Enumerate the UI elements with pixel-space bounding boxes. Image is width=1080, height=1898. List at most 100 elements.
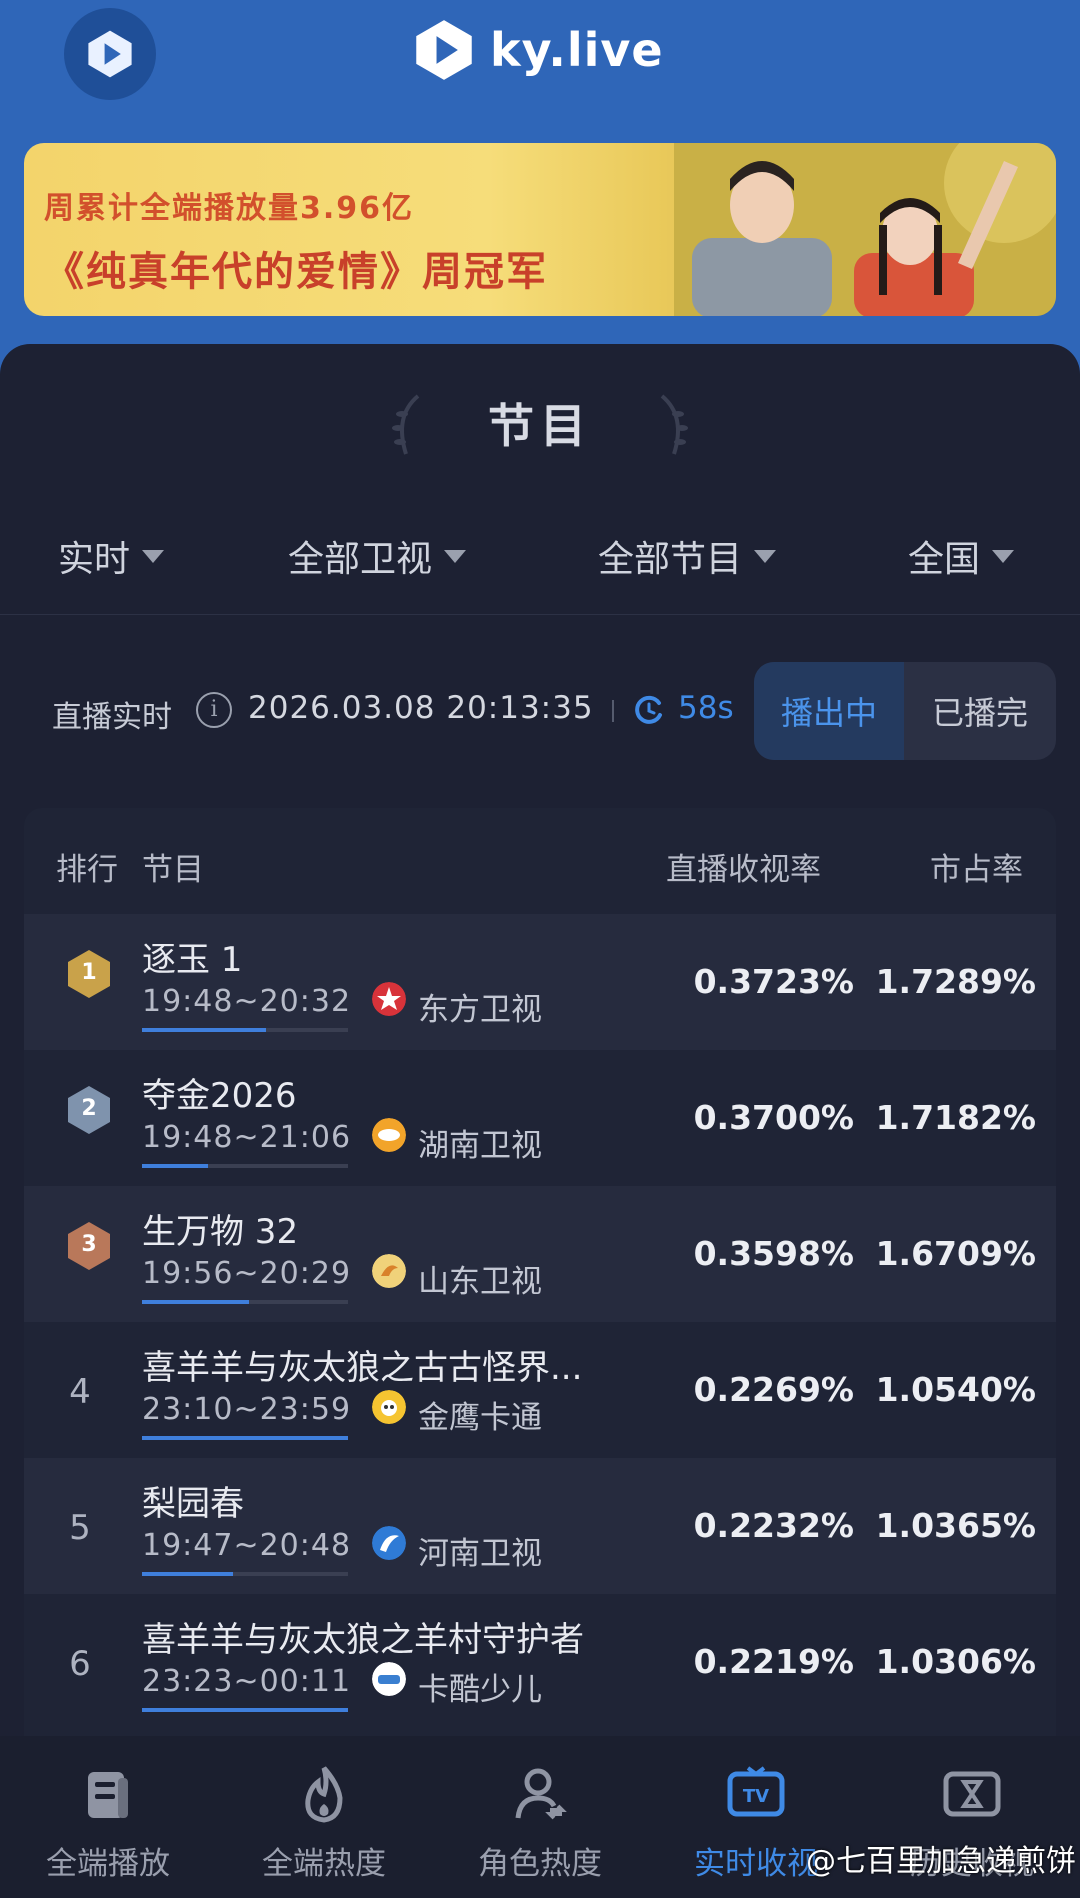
- laurel-right-icon: [660, 394, 688, 455]
- rank-bronze-badge: 3: [66, 1220, 112, 1272]
- filter-program-label: 全部节目: [598, 539, 743, 580]
- caret-down-icon: [754, 549, 777, 563]
- filter-program[interactable]: 全部节目: [598, 530, 777, 582]
- program-name: 生万物 32: [142, 1212, 299, 1252]
- channel-name: 东方卫视: [418, 992, 542, 1028]
- section-title: 节目: [488, 399, 592, 453]
- brand-name: ky.live: [490, 23, 664, 77]
- share-value: 1.7182%: [875, 1098, 1036, 1137]
- divider: [0, 614, 1080, 615]
- channel-logo-icon: [372, 1662, 406, 1696]
- app-header: ky.live: [0, 0, 1080, 120]
- table-row[interactable]: 1 逐玉 1 19:48~20:32 东方卫视 0.3723% 1.7289%: [24, 914, 1056, 1050]
- filter-time[interactable]: 实时: [58, 530, 165, 582]
- progress-bar: [142, 1708, 348, 1712]
- progress-bar: [142, 1164, 348, 1168]
- table-row[interactable]: 6 喜羊羊与灰太狼之羊村守护者 23:23~00:11 卡酷少儿 0.2219%…: [24, 1594, 1056, 1730]
- share-value: 1.0540%: [875, 1370, 1036, 1409]
- channel-logo-icon: [372, 1390, 406, 1424]
- nav-role-heat[interactable]: 角色热度: [432, 1736, 648, 1898]
- share-value: 1.7289%: [875, 962, 1036, 1001]
- rating-value: 0.2219%: [693, 1642, 854, 1681]
- rating-value: 0.3723%: [693, 962, 854, 1001]
- refresh-icon[interactable]: [632, 693, 666, 727]
- nav-all-heat[interactable]: 全端热度: [216, 1736, 432, 1898]
- program-name: 喜羊羊与灰太狼之羊村守护者: [142, 1620, 584, 1660]
- progress-bar: [142, 1028, 348, 1032]
- channel-name: 山东卫视: [418, 1264, 542, 1300]
- table-row[interactable]: 4 喜羊羊与灰太狼之古古怪界... 23:10~23:59 金鹰卡通 0.226…: [24, 1322, 1056, 1458]
- program-time: 19:48~21:06: [142, 1120, 352, 1155]
- share-value: 1.0365%: [875, 1506, 1036, 1545]
- filter-region[interactable]: 全国: [908, 530, 1015, 582]
- history-icon: [943, 1771, 1001, 1817]
- rank-number: 6: [69, 1644, 91, 1684]
- table-row[interactable]: 5 梨园春 19:47~20:48 河南卫视 0.2232% 1.0365%: [24, 1458, 1056, 1594]
- ratings-table: 排行 节目 直播收视率 市占率 1 逐玉 1 19:48~20:32 东方卫视 …: [24, 808, 1056, 1738]
- rank-gold-badge: 1: [66, 948, 112, 1000]
- filter-channel[interactable]: 全部卫视: [288, 530, 467, 582]
- banner-title: 《纯真年代的爱情》周冠军: [44, 249, 548, 295]
- program-name: 夺金2026: [142, 1076, 297, 1116]
- channel-name: 湖南卫视: [418, 1128, 542, 1164]
- channel-logo-icon: [372, 982, 406, 1016]
- separator: [612, 700, 614, 722]
- rank-number: 5: [69, 1508, 91, 1548]
- table-row[interactable]: 3 生万物 32 19:56~20:29 山东卫视 0.3598% 1.6709…: [24, 1186, 1056, 1322]
- channel-logo-icon: [372, 1254, 406, 1288]
- banner-photo: [674, 143, 1056, 316]
- rating-value: 0.2232%: [693, 1506, 854, 1545]
- live-label: 直播实时: [52, 700, 172, 735]
- rank-number: 4: [69, 1372, 91, 1412]
- credit-watermark: @七百里加急递煎饼: [806, 1844, 1076, 1879]
- header-rank: 排行: [56, 852, 118, 888]
- program-time: 23:23~00:11: [142, 1664, 352, 1699]
- filter-time-label: 实时: [58, 539, 131, 580]
- filter-channel-label: 全部卫视: [288, 539, 433, 580]
- share-value: 1.6709%: [875, 1234, 1036, 1273]
- toggle-airing[interactable]: 播出中: [754, 662, 904, 760]
- rank-silver-badge: 2: [66, 1084, 112, 1136]
- rating-value: 0.2269%: [693, 1370, 854, 1409]
- app-logo-button[interactable]: [64, 8, 156, 100]
- progress-bar: [142, 1572, 348, 1576]
- banner-subtitle: 周累计全端播放量3.96亿: [44, 191, 415, 226]
- program-time: 19:48~20:32: [142, 984, 352, 1019]
- header-rating[interactable]: 直播收视率: [666, 844, 821, 889]
- program-name: 逐玉 1: [142, 940, 243, 980]
- svg-text:TV: TV: [743, 1786, 769, 1807]
- nav-all-plays[interactable]: 全端播放: [0, 1736, 216, 1898]
- brand-logo-icon: [416, 20, 472, 80]
- header-share[interactable]: 市占率: [930, 844, 1023, 889]
- progress-bar: [142, 1436, 348, 1440]
- info-icon[interactable]: i: [196, 692, 232, 728]
- live-status-row: 直播实时 i 2026.03.08 20:13:35 58s 播出中 已播完: [0, 660, 1080, 760]
- caret-down-icon: [444, 549, 467, 563]
- table-row[interactable]: 2 夺金2026 19:48~21:06 湖南卫视 0.3700% 1.7182…: [24, 1050, 1056, 1186]
- refresh-countdown: 58s: [678, 690, 734, 726]
- channel-logo-icon: [372, 1526, 406, 1560]
- channel-name: 河南卫视: [418, 1536, 542, 1572]
- channel-name: 卡酷少儿: [418, 1672, 542, 1708]
- document-icon: [88, 1772, 128, 1818]
- promo-banner[interactable]: 周累计全端播放量3.96亿 《纯真年代的爱情》周冠军: [24, 143, 1056, 316]
- program-name: 梨园春: [142, 1484, 244, 1524]
- person-icon: [515, 1768, 567, 1820]
- channel-name: 金鹰卡通: [418, 1400, 542, 1436]
- rating-value: 0.3700%: [693, 1098, 854, 1137]
- nav-label: 全端播放: [46, 1846, 170, 1882]
- program-time: 19:47~20:48: [142, 1528, 352, 1563]
- caret-down-icon: [992, 549, 1015, 563]
- broadcast-toggle: 播出中 已播完: [754, 662, 1056, 760]
- share-value: 1.0306%: [875, 1642, 1036, 1681]
- header-program: 节目: [142, 852, 204, 888]
- nav-label: 角色热度: [478, 1846, 602, 1882]
- live-timestamp: 2026.03.08 20:13:35: [248, 690, 594, 726]
- filter-bar: 实时 全部卫视 全部节目 全国: [0, 530, 1080, 582]
- program-time: 19:56~20:29: [142, 1256, 352, 1291]
- flame-icon: [305, 1766, 343, 1823]
- rating-value: 0.3598%: [693, 1234, 854, 1273]
- toggle-finished[interactable]: 已播完: [904, 662, 1056, 760]
- play-logo-icon: [88, 30, 132, 78]
- filter-region-label: 全国: [908, 539, 981, 580]
